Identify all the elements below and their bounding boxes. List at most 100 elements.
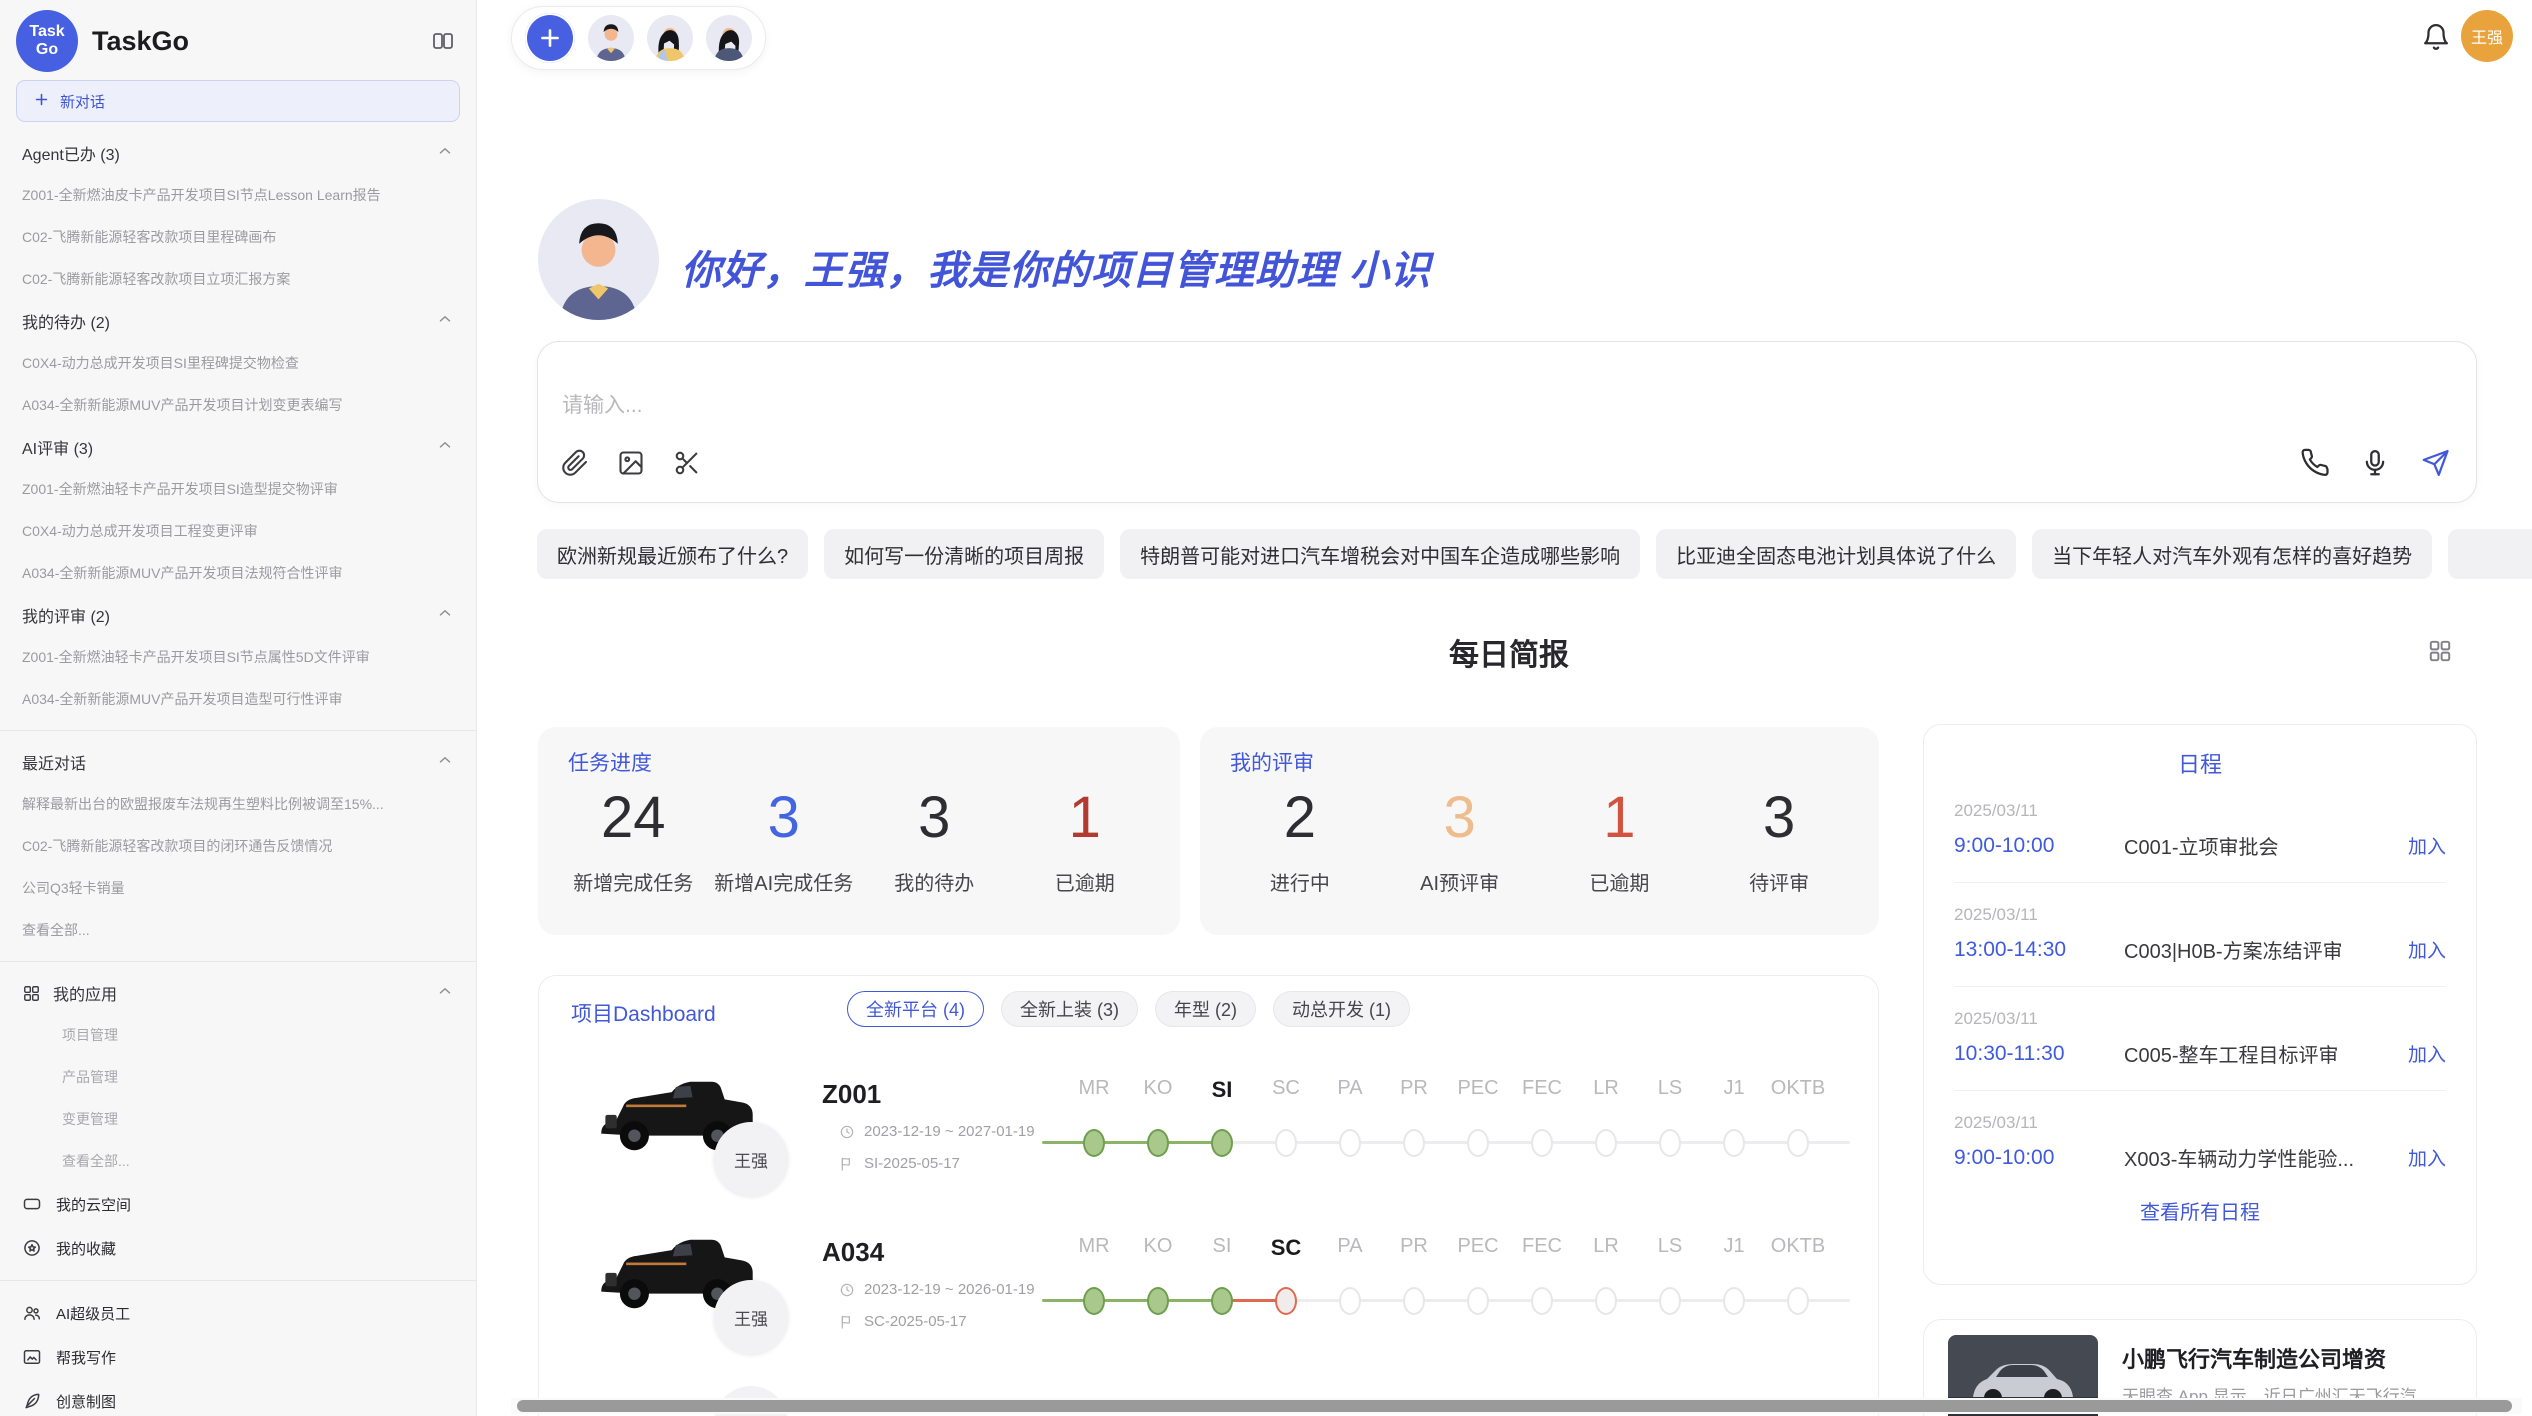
dashboard-filter-pill[interactable]: 动总开发 (1) [1273,991,1410,1027]
project-row[interactable]: 王强A0342023-12-19 ~ 2026-01-19SC-2025-05-… [539,1221,1878,1373]
agent-avatar[interactable] [706,15,752,61]
image-upload-icon[interactable] [616,448,646,478]
app-item[interactable]: 变更管理 [0,1098,476,1140]
milestone-label-PA: PA [1318,1235,1382,1261]
view-all-link[interactable]: 查看全部... [0,1140,476,1182]
phone-icon [2300,448,2330,478]
agent-avatar[interactable] [647,15,693,61]
join-meeting-link[interactable]: 加入 [2408,936,2446,963]
milestone-dot-FEC [1531,1287,1553,1315]
voice-call-icon[interactable] [2300,448,2330,478]
milestone-dot-SC [1275,1287,1297,1315]
user-avatar-badge[interactable]: 王强 [2461,10,2513,62]
suggestion-chip[interactable]: 特朗普可能对进口汽车增税会对中国车企造成哪些影响 [1120,529,1640,579]
view-all-schedule-link[interactable]: 查看所有日程 [1954,1196,2446,1225]
schedule-event: 2025/03/119:00-10:00C001-立项审批会加入 [1954,779,2446,860]
project-row[interactable]: 王强Z0012023-12-19 ~ 2027-01-19SI-2025-05-… [539,1063,1878,1215]
notification-bell-icon[interactable] [2419,20,2453,54]
sidebar-section-header[interactable]: 我的应用 [0,972,476,1014]
sidebar-item[interactable]: A034-全新新能源MUV产品开发项目法规符合性评审 [0,552,476,594]
sidebar-item[interactable]: A034-全新新能源MUV产品开发项目造型可行性评审 [0,678,476,720]
event-time: 9:00-10:00 [1954,834,2124,858]
agent-avatar[interactable] [588,15,634,61]
task-progress-card: 任务进度24新增完成任务3新增AI完成任务3我的待办1已逾期 [538,727,1180,935]
suggestion-chip[interactable]: 比亚迪全固态电池计划具体说了什么 [1656,529,2016,579]
milestone-label-KO: KO [1126,1235,1190,1261]
app-item[interactable]: 项目管理 [0,1014,476,1056]
attachment-icon[interactable] [560,448,590,478]
sidebar-section-header[interactable]: 我的评审 (2) [0,594,476,636]
sidebar-item[interactable]: C02-飞腾新能源轻客改款项目立项汇报方案 [0,258,476,300]
recent-chat-item[interactable]: C02-飞腾新能源轻客改款项目的闭环通告反馈情况 [0,825,476,867]
stat-value: 3 [859,789,1010,847]
suggestion-chip[interactable]: 欧洲新规最近颁布了什么? [537,529,808,579]
chevron-up-icon [436,751,454,774]
dashboard-filter-pill[interactable]: 全新上装 (3) [1001,991,1138,1027]
sidebar-item[interactable]: C02-飞腾新能源轻客改款项目里程碑画布 [0,216,476,258]
scissors-icon [673,449,701,477]
stat-label: AI预评审 [1380,867,1540,896]
stat-metric: 3待评审 [1699,789,1859,896]
sidebar-section-header[interactable]: 我的待办 (2) [0,300,476,342]
sidebar-item[interactable]: C0X4-动力总成开发项目SI里程碑提交物检查 [0,342,476,384]
agent-avatar-bar [511,6,766,70]
milestone-label-SI: SI [1190,1077,1254,1103]
sidebar-section-header[interactable]: AI评审 (3) [0,426,476,468]
project-owner-badge: 王强 [714,1280,788,1354]
join-meeting-link[interactable]: 加入 [2408,832,2446,859]
send-icon[interactable] [2420,448,2450,478]
sidebar-collapse-icon[interactable] [428,26,458,56]
sidebar-item[interactable]: Z001-全新燃油皮卡产品开发项目SI节点Lesson Learn报告 [0,174,476,216]
milestone-dot-J1 [1723,1287,1745,1315]
stat-value: 3 [1380,789,1540,847]
sidebar-section-title: 我的评审 (2) [22,603,436,627]
sidebar-section-header[interactable]: 最近对话 [0,741,476,783]
sidebar-tool-quill-icon[interactable]: 创意制图 [0,1379,476,1416]
my-review-card: 我的评审2进行中3AI预评审1已逾期3待评审 [1200,727,1879,935]
image-icon [617,449,645,477]
briefing-layout-grid-icon[interactable] [2425,636,2455,666]
sidebar-item[interactable]: A034-全新新能源MUV产品开发项目计划变更表编写 [0,384,476,426]
join-meeting-link[interactable]: 加入 [2408,1144,2446,1171]
stat-metric: 2进行中 [1220,789,1380,896]
project-flag-milestone: SC-2025-05-17 [839,1313,967,1330]
stat-label: 进行中 [1220,867,1380,896]
sidebar-section-title: Agent已办 (3) [22,141,436,165]
suggestion-chip-partial[interactable] [2448,529,2532,579]
plus-icon [33,91,50,108]
chat-input-card [537,341,2477,503]
dashboard-filter-pill[interactable]: 全新平台 (4) [847,991,984,1027]
suggestion-chip[interactable]: 如何写一份清晰的项目周报 [824,529,1104,579]
sidebar-item[interactable]: Z001-全新燃油轻卡产品开发项目SI节点属性5D文件评审 [0,636,476,678]
horizontal-scrollbar-thumb[interactable] [517,1400,2512,1412]
sidebar-item[interactable]: C0X4-动力总成开发项目工程变更评审 [0,510,476,552]
send-icon [2420,447,2450,479]
suggestion-chips-row: 欧洲新规最近颁布了什么? 如何写一份清晰的项目周报特朗普可能对进口汽车增税会对中国… [537,529,2532,579]
stat-metric: 24新增完成任务 [558,789,709,896]
suggestion-chip[interactable]: 当下年轻人对汽车外观有怎样的喜好趋势 [2032,529,2432,579]
sidebar-link-cloud-drive-icon[interactable]: 我的云空间 [0,1182,476,1226]
recent-chat-item[interactable]: 公司Q3轻卡销量 [0,867,476,909]
dashboard-filter-pill[interactable]: 年型 (2) [1155,991,1256,1027]
new-chat-button[interactable]: 新对话 [16,80,460,122]
dashboard-title: 项目Dashboard [571,998,716,1028]
stat-metric: 1已逾期 [1010,789,1161,896]
app-item[interactable]: 产品管理 [0,1056,476,1098]
sidebar-section-header[interactable]: Agent已办 (3) [0,132,476,174]
logo-text-bottom: Go [36,41,58,59]
add-agent-button[interactable] [525,13,575,63]
sidebar-tool-write-icon[interactable]: 帮我写作 [0,1335,476,1379]
sidebar-link-star-circle-icon[interactable]: 我的收藏 [0,1226,476,1270]
microphone-icon[interactable] [2360,448,2390,478]
screenshot-scissors-icon[interactable] [672,448,702,478]
input-toolbar-left [560,448,702,478]
chat-input[interactable] [562,394,1962,418]
sidebar-tool-people-icon[interactable]: AI超级员工 [0,1291,476,1335]
chevron-up-icon [436,982,454,1005]
view-all-link[interactable]: 查看全部... [0,909,476,951]
recent-chat-item[interactable]: 解释最新出台的欧盟报废车法规再生塑料比例被调至15%... [0,783,476,825]
join-meeting-link[interactable]: 加入 [2408,1040,2446,1067]
milestone-dot-MR [1083,1287,1105,1315]
sidebar-item[interactable]: Z001-全新燃油轻卡产品开发项目SI造型提交物评审 [0,468,476,510]
bell-icon [2421,22,2451,52]
